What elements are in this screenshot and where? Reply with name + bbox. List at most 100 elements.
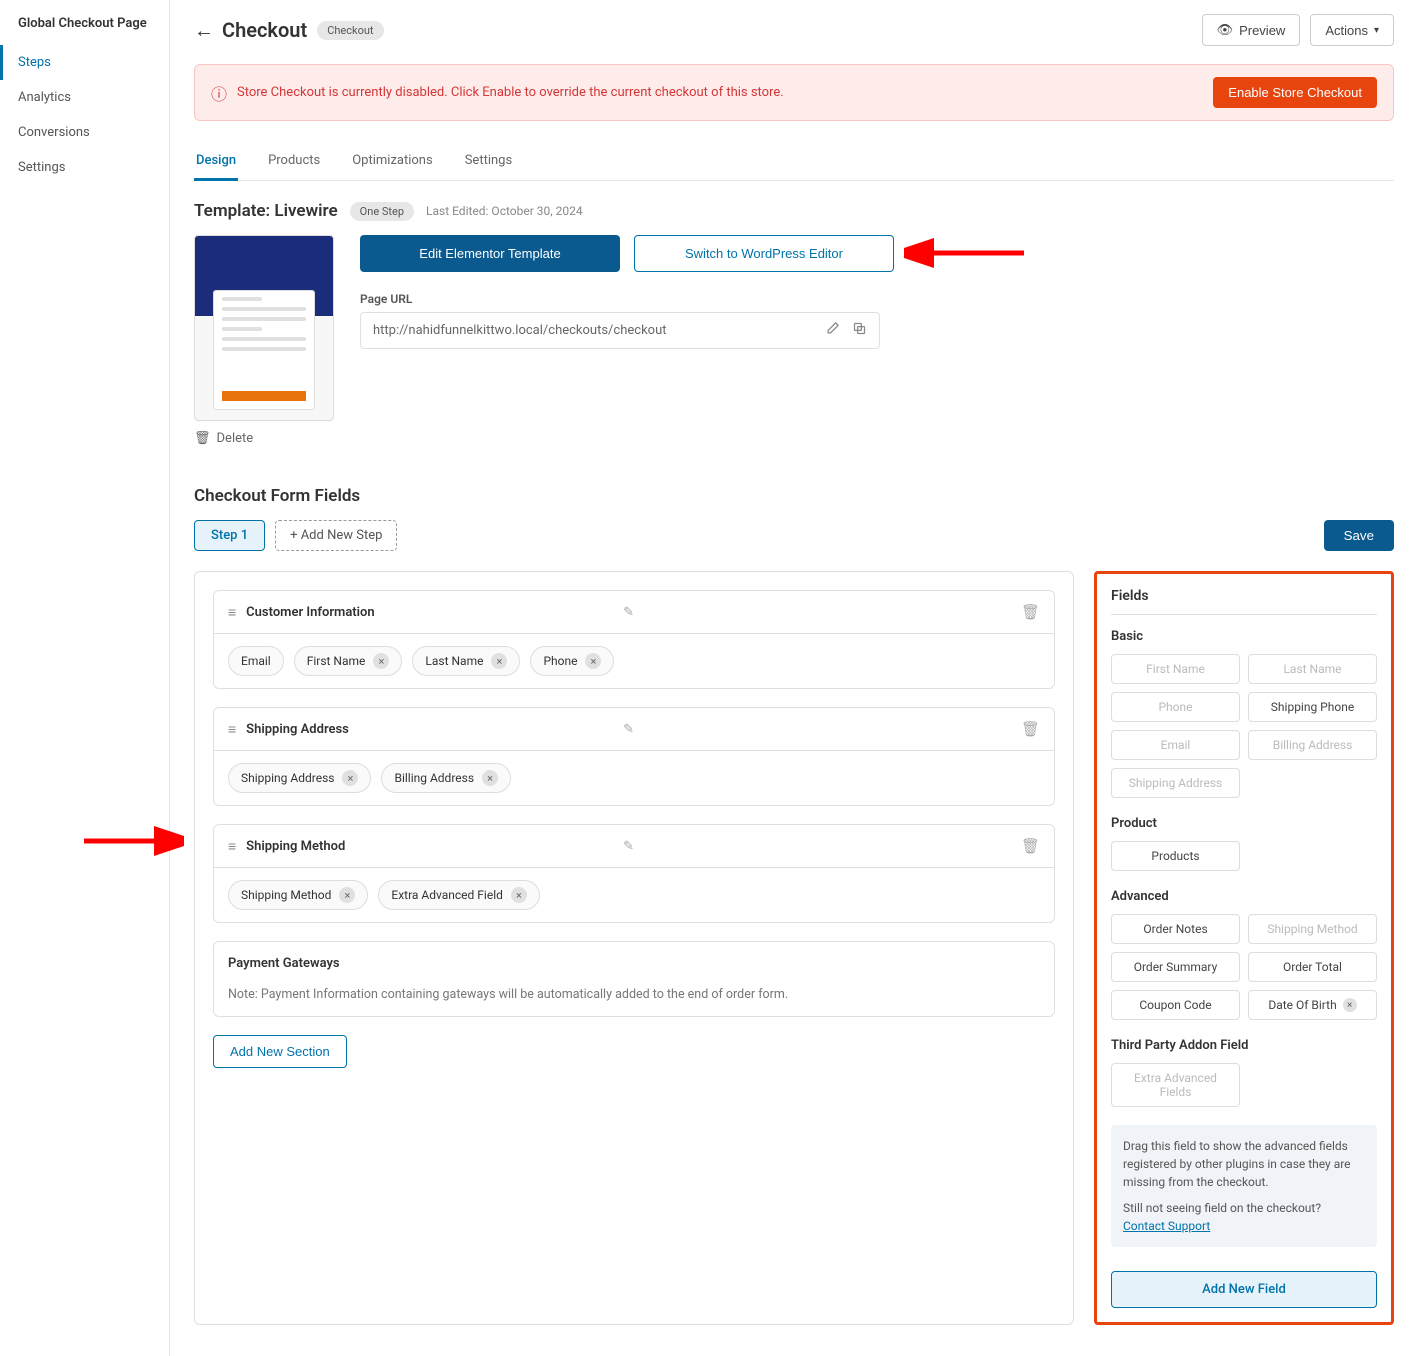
pencil-icon[interactable]: ✎ <box>623 605 634 620</box>
pencil-icon[interactable]: ✎ <box>623 722 634 737</box>
remove-icon[interactable]: × <box>511 887 527 903</box>
info-text-1: Drag this field to show the advanced fie… <box>1123 1137 1365 1191</box>
copy-url-icon[interactable] <box>852 321 867 340</box>
section-shipping-method: ≡ Shipping Method ✎ 🗑 Shipping Method× E… <box>213 824 1055 923</box>
actions-dropdown[interactable]: Actions <box>1310 14 1394 46</box>
sidebar-item-steps[interactable]: Steps <box>0 45 169 80</box>
field-extra-advanced[interactable]: Extra Advanced Fields <box>1111 1063 1240 1107</box>
info-box: Drag this field to show the advanced fie… <box>1111 1125 1377 1247</box>
sidebar-item-analytics[interactable]: Analytics <box>0 80 169 115</box>
add-new-step-button[interactable]: + Add New Step <box>275 520 397 551</box>
contact-support-link[interactable]: Contact Support <box>1123 1219 1210 1233</box>
page-header: ← Checkout Checkout 👁Preview Actions <box>194 14 1394 46</box>
enable-store-checkout-button[interactable]: Enable Store Checkout <box>1213 77 1377 108</box>
field-chip-firstname[interactable]: First Name× <box>294 646 403 676</box>
template-label: Template: Livewire <box>194 201 338 221</box>
last-edited: Last Edited: October 30, 2024 <box>426 204 583 218</box>
field-chip-email[interactable]: Email <box>228 646 284 676</box>
section-title: Customer Information <box>246 605 613 620</box>
payment-title: Payment Gateways <box>228 956 1040 971</box>
field-date-of-birth[interactable]: Date Of Birth× <box>1248 990 1377 1020</box>
save-button[interactable]: Save <box>1324 520 1394 551</box>
template-header: Template: Livewire One Step Last Edited:… <box>194 201 1394 221</box>
tab-settings[interactable]: Settings <box>463 143 514 180</box>
field-shipping-phone[interactable]: Shipping Phone <box>1248 692 1377 722</box>
field-order-total[interactable]: Order Total <box>1248 952 1377 982</box>
basic-subtitle: Basic <box>1111 629 1377 644</box>
remove-icon[interactable]: × <box>585 653 601 669</box>
sidebar-title: Global Checkout Page <box>0 12 169 45</box>
field-order-summary[interactable]: Order Summary <box>1111 952 1240 982</box>
trash-icon[interactable]: 🗑 <box>1021 837 1040 855</box>
remove-icon[interactable]: × <box>373 653 389 669</box>
section-title: Shipping Address <box>246 722 613 737</box>
template-thumbnail[interactable] <box>194 235 334 421</box>
form-fields-title: Checkout Form Fields <box>194 486 1394 506</box>
drag-handle-icon[interactable]: ≡ <box>228 721 236 738</box>
sidebar-item-conversions[interactable]: Conversions <box>0 115 169 150</box>
field-products[interactable]: Products <box>1111 841 1240 871</box>
add-new-field-button[interactable]: Add New Field <box>1111 1271 1377 1308</box>
remove-icon[interactable]: × <box>491 653 507 669</box>
page-url-box: http://nahidfunnelkittwo.local/checkouts… <box>360 312 880 349</box>
payment-gateways-section: Payment Gateways Note: Payment Informati… <box>213 941 1055 1017</box>
edit-url-icon[interactable] <box>825 321 840 340</box>
header-badge: Checkout <box>317 21 383 40</box>
add-new-section-button[interactable]: Add New Section <box>213 1035 347 1068</box>
info-icon: ⓘ <box>211 81 227 105</box>
advanced-subtitle: Advanced <box>1111 889 1377 904</box>
sidebar-item-settings[interactable]: Settings <box>0 150 169 185</box>
form-sections: ≡ Customer Information ✎ 🗑 Email First N… <box>194 571 1074 1325</box>
remove-icon[interactable]: × <box>339 887 355 903</box>
tabs: Design Products Optimizations Settings <box>194 143 1394 181</box>
product-subtitle: Product <box>1111 816 1377 831</box>
section-shipping-address: ≡ Shipping Address ✎ 🗑 Shipping Address×… <box>213 707 1055 806</box>
field-order-notes[interactable]: Order Notes <box>1111 914 1240 944</box>
switch-wordpress-button[interactable]: Switch to WordPress Editor <box>634 235 894 272</box>
alert-text: Store Checkout is currently disabled. Cl… <box>237 85 1203 100</box>
drag-handle-icon[interactable]: ≡ <box>228 604 236 621</box>
trash-icon[interactable]: 🗑 <box>1021 720 1040 738</box>
field-chip-phone[interactable]: Phone× <box>530 646 614 676</box>
tab-design[interactable]: Design <box>194 143 238 181</box>
field-billing-address[interactable]: Billing Address <box>1248 730 1377 760</box>
page-url: http://nahidfunnelkittwo.local/checkouts… <box>373 323 813 338</box>
field-chip-shipping-address[interactable]: Shipping Address× <box>228 763 371 793</box>
arrow-indicator-top <box>904 233 1034 277</box>
step-1-tab[interactable]: Step 1 <box>194 520 265 551</box>
field-chip-lastname[interactable]: Last Name× <box>412 646 520 676</box>
sidebar: Global Checkout Page Steps Analytics Con… <box>0 0 170 1356</box>
tab-products[interactable]: Products <box>266 143 322 180</box>
field-firstname[interactable]: First Name <box>1111 654 1240 684</box>
field-chip-shipping-method[interactable]: Shipping Method× <box>228 880 368 910</box>
eye-icon: 👁 <box>1217 22 1234 38</box>
field-coupon-code[interactable]: Coupon Code <box>1111 990 1240 1020</box>
delete-template-button[interactable]: 🗑 Delete <box>194 431 334 446</box>
remove-icon[interactable]: × <box>1343 998 1357 1012</box>
trash-icon[interactable]: 🗑 <box>1021 603 1040 621</box>
pencil-icon[interactable]: ✎ <box>623 839 634 854</box>
arrow-indicator-left <box>74 821 184 865</box>
trash-icon: 🗑 <box>194 431 211 446</box>
third-party-subtitle: Third Party Addon Field <box>1111 1038 1377 1053</box>
main: ← Checkout Checkout 👁Preview Actions ⓘ S… <box>170 0 1418 1356</box>
remove-icon[interactable]: × <box>342 770 358 786</box>
tab-optimizations[interactable]: Optimizations <box>350 143 434 180</box>
field-phone[interactable]: Phone <box>1111 692 1240 722</box>
field-email[interactable]: Email <box>1111 730 1240 760</box>
field-shipping-address[interactable]: Shipping Address <box>1111 768 1240 798</box>
drag-handle-icon[interactable]: ≡ <box>228 838 236 855</box>
remove-icon[interactable]: × <box>482 770 498 786</box>
template-controls: Edit Elementor Template Switch to WordPr… <box>360 235 1394 446</box>
preview-button[interactable]: 👁Preview <box>1202 14 1301 46</box>
field-lastname[interactable]: Last Name <box>1248 654 1377 684</box>
back-arrow-icon[interactable]: ← <box>194 18 214 43</box>
field-chip-extra-advanced[interactable]: Extra Advanced Field× <box>378 880 540 910</box>
alert-banner: ⓘ Store Checkout is currently disabled. … <box>194 64 1394 121</box>
one-step-badge: One Step <box>350 202 414 221</box>
edit-elementor-button[interactable]: Edit Elementor Template <box>360 235 620 272</box>
panel-title: Fields <box>1111 588 1377 615</box>
field-shipping-method[interactable]: Shipping Method <box>1248 914 1377 944</box>
field-chip-billing-address[interactable]: Billing Address× <box>381 763 511 793</box>
section-title: Shipping Method <box>246 839 613 854</box>
